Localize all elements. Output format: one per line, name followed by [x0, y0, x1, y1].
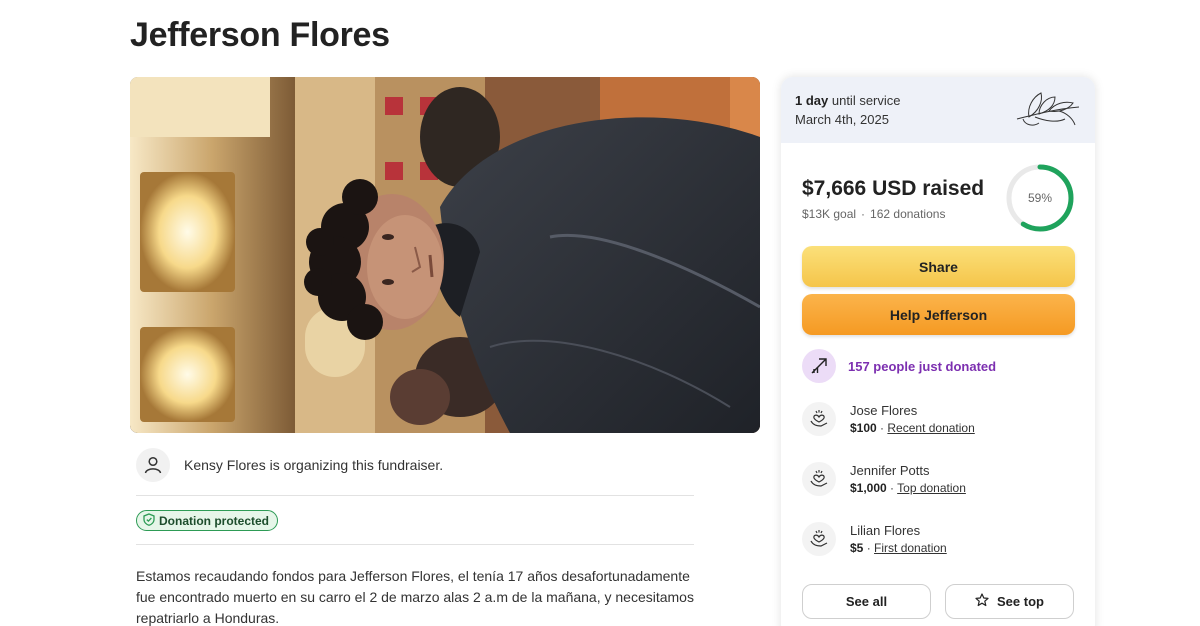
donor-item: Jose Flores $100 · Recent donation [802, 402, 975, 436]
fundraiser-photo [130, 77, 760, 433]
donation-protected-label: Donation protected [159, 513, 269, 528]
donor-tag-recent[interactable]: Recent donation [887, 421, 974, 435]
countdown-suffix: until service [828, 93, 901, 108]
see-top-label: See top [997, 594, 1044, 609]
donation-protected-badge[interactable]: Donation protected [136, 510, 278, 531]
story-text: Estamos recaudando fondos para Jefferson… [136, 568, 694, 626]
donation-card: 1 day until service March 4th, 2025 $7,6… [781, 77, 1095, 626]
page-title: Jefferson Flores [130, 16, 390, 54]
donor-meta: $100 · Recent donation [850, 421, 975, 435]
share-button[interactable]: Share [802, 246, 1075, 287]
amount-raised: $7,666 USD raised [802, 177, 985, 200]
donor-amount: $1,000 [850, 481, 887, 495]
heart-hands-icon [802, 522, 836, 556]
donor-tag-top[interactable]: Top donation [897, 481, 966, 495]
shield-check-icon [143, 512, 155, 529]
trend-text: 157 people just donated [848, 358, 997, 374]
donor-item: Jennifer Potts $1,000 · Top donation [802, 462, 966, 496]
see-top-button[interactable]: See top [945, 584, 1074, 619]
donor-meta: $1,000 · Top donation [850, 481, 966, 495]
organizer-row: Kensy Flores is organizing this fundrais… [136, 448, 443, 482]
donor-name: Jennifer Potts [850, 463, 930, 478]
divider [136, 495, 694, 496]
heart-hands-icon [802, 402, 836, 436]
donor-amount: $5 [850, 541, 864, 555]
star-icon [975, 593, 989, 610]
photo-illustration [130, 77, 760, 433]
goal-summary: $13K goal · 162 donations [802, 207, 945, 221]
countdown-value: 1 day [795, 93, 829, 108]
donor-tag-first[interactable]: First donation [874, 541, 947, 555]
flower-icon [1015, 89, 1081, 134]
see-all-button[interactable]: See all [802, 584, 931, 619]
separator: · [861, 207, 866, 221]
goal-amount: $13K goal [802, 207, 857, 221]
see-all-label: See all [845, 594, 888, 609]
service-banner: 1 day until service March 4th, 2025 [781, 77, 1095, 143]
donor-name: Lilian Flores [850, 523, 921, 538]
help-jefferson-button[interactable]: Help Jefferson [802, 294, 1075, 335]
donation-count: 162 donations [870, 207, 946, 221]
donor-item: Lilian Flores $5 · First donation [802, 522, 947, 556]
person-icon [136, 448, 170, 482]
donor-name: Jose Flores [850, 403, 918, 418]
heart-hands-icon [802, 462, 836, 496]
donor-meta: $5 · First donation [850, 541, 947, 555]
trending-up-icon [802, 349, 836, 383]
organizer-text: Kensy Flores is organizing this fundrais… [184, 457, 444, 473]
donor-amount: $100 [850, 421, 877, 435]
recent-donors-trend: 157 people just donated [802, 349, 996, 383]
progress-percent: 59% [1027, 191, 1053, 205]
divider [136, 544, 694, 545]
